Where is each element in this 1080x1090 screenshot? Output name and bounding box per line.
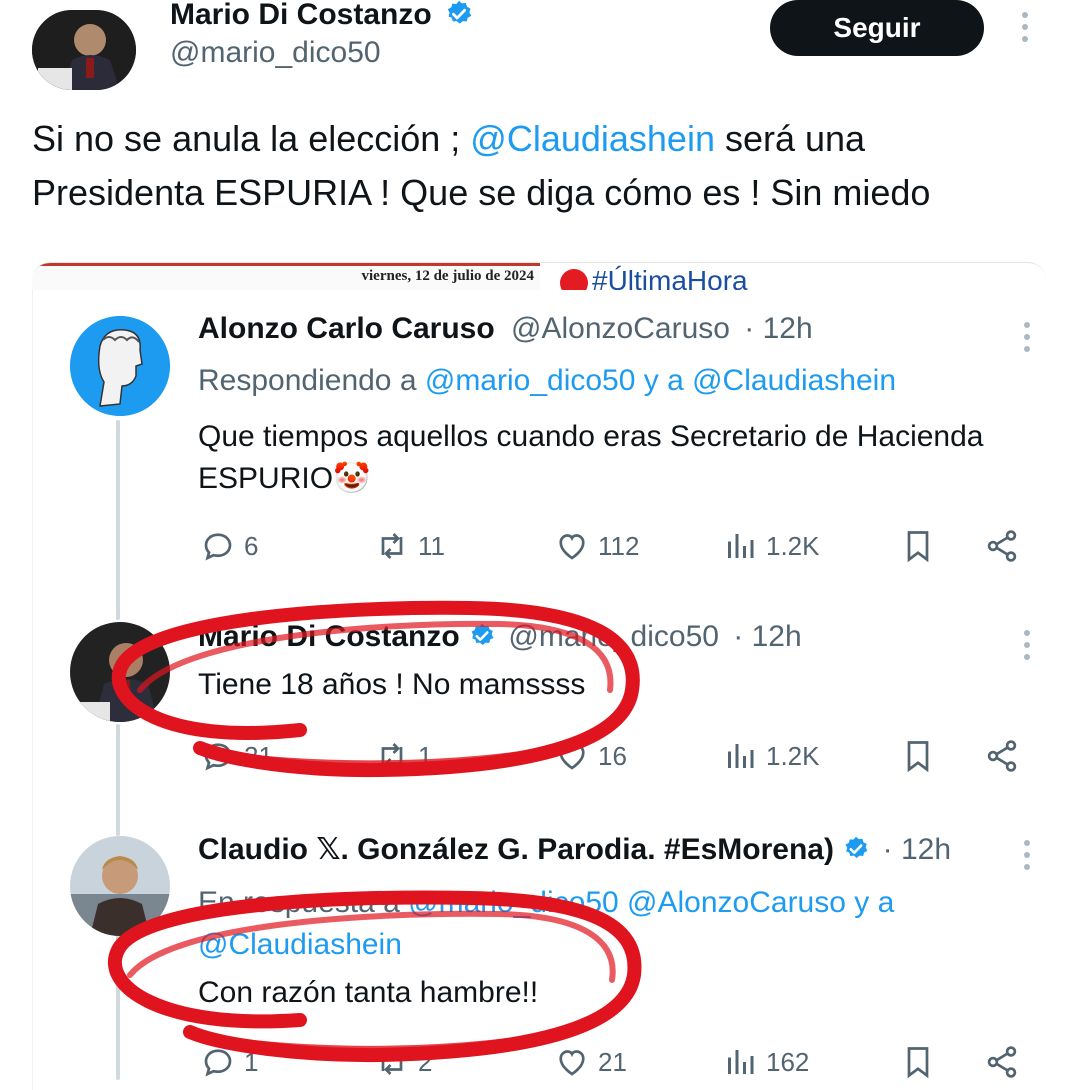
reply-header: Mario Di Costanzo @mario_dico50 · 12h	[198, 620, 802, 654]
media-left-panel: viernes, 12 de julio de 2024	[32, 263, 540, 293]
repost-count: 1	[418, 740, 433, 771]
reply-icon	[204, 533, 232, 561]
reply-context-mentions[interactable]: @mario_dico50 y a @Claudiashein	[425, 364, 896, 397]
more-icon[interactable]	[1024, 322, 1032, 358]
reply-text: Tiene 18 años ! No mamssss	[198, 668, 586, 701]
mention-link[interactable]: @Claudiashein	[470, 118, 715, 159]
reply-header: Claudio 𝕏. González G. Parodia. #EsMoren…	[198, 832, 951, 867]
bookmark-action[interactable]	[900, 1044, 936, 1080]
bookmark-action[interactable]	[900, 738, 936, 774]
reply-author-name[interactable]: Claudio 𝕏. González G. Parodia. #EsMoren…	[198, 833, 834, 866]
reply-context: Respondiendo a @mario_dico50 y a @Claudi…	[198, 364, 897, 397]
verified-icon	[471, 623, 494, 646]
tweet-text: Si no se anula la elección ; @Claudiashe…	[32, 118, 931, 213]
views-icon	[728, 534, 754, 558]
media-hashtag: #ÚltimaHora	[592, 265, 748, 293]
reply-time[interactable]: · 12h	[883, 833, 951, 866]
like-count: 21	[598, 1046, 627, 1077]
reply-avatar[interactable]	[70, 622, 170, 722]
share-action[interactable]	[984, 528, 1020, 564]
thread-line	[116, 934, 120, 1080]
bookmark-icon	[907, 741, 929, 773]
reply-text: Que tiempos aquellos cuando eras Secreta…	[198, 420, 984, 495]
reply-action[interactable]: 6	[200, 528, 258, 564]
bookmark-icon	[907, 531, 929, 563]
media-right-panel: #ÚltimaHora	[554, 263, 1046, 293]
like-icon	[559, 534, 585, 560]
views-action[interactable]: 1.2K	[722, 528, 820, 564]
reply-handle[interactable]: @mario_dico50	[508, 620, 719, 653]
like-icon	[559, 1050, 585, 1076]
reply-header: Alonzo Carlo Caruso @AlonzoCaruso · 12h	[198, 312, 813, 346]
follow-button[interactable]: Seguir	[770, 0, 984, 56]
like-count: 112	[598, 530, 640, 561]
author-handle[interactable]: @mario_dico50	[170, 36, 381, 70]
reply-text: Con razón tanta hambre!!	[198, 976, 539, 1009]
share-action[interactable]	[984, 1044, 1020, 1080]
bookmark-icon	[907, 1047, 929, 1079]
reply-action[interactable]: 1	[200, 1044, 258, 1080]
reply-avatar[interactable]	[70, 836, 170, 936]
media-embed[interactable]: viernes, 12 de julio de 2024 #ÚltimaHora	[32, 262, 1046, 293]
share-icon	[987, 530, 1017, 562]
reply-action[interactable]: 21	[200, 738, 273, 774]
author-name[interactable]: Mario Di Costanzo	[170, 0, 474, 32]
repost-action[interactable]: 1	[374, 738, 432, 774]
like-action[interactable]: 16	[554, 738, 627, 774]
views-count: 162	[766, 1046, 810, 1077]
share-action[interactable]	[984, 738, 1020, 774]
repost-count: 2	[418, 1046, 433, 1077]
reply-count: 1	[244, 1046, 259, 1077]
views-count: 1.2K	[766, 740, 820, 771]
like-count: 16	[598, 740, 627, 771]
more-icon[interactable]	[1024, 630, 1032, 666]
reply-count: 21	[244, 740, 273, 771]
reply-icon	[204, 743, 232, 771]
reply-time[interactable]: · 12h	[733, 620, 801, 653]
views-icon	[728, 1050, 754, 1074]
repost-icon	[381, 743, 403, 769]
share-icon	[987, 1046, 1017, 1078]
views-action[interactable]: 1.2K	[722, 738, 820, 774]
thread-line	[116, 420, 120, 620]
reply-context: En respuesta a @mario_dico50 @AlonzoCaru…	[198, 886, 895, 961]
more-icon[interactable]	[1024, 840, 1032, 876]
reply-author-name[interactable]: Alonzo Carlo Caruso	[198, 312, 495, 345]
reply-avatar[interactable]	[70, 316, 170, 416]
clown-emoji: 🤡	[333, 462, 371, 495]
reply-context-mentions[interactable]: @Claudiashein	[198, 928, 402, 961]
views-action[interactable]: 162	[722, 1044, 809, 1080]
reply-icon	[204, 1049, 232, 1077]
views-count: 1.2K	[766, 530, 820, 561]
share-icon	[987, 740, 1017, 772]
like-action[interactable]: 21	[554, 1044, 627, 1080]
views-icon	[728, 744, 754, 768]
like-action[interactable]: 112	[554, 528, 639, 564]
verified-icon	[845, 836, 868, 859]
author-avatar[interactable]	[32, 10, 136, 90]
like-icon	[559, 744, 585, 770]
bookmark-action[interactable]	[900, 528, 936, 564]
repost-icon	[381, 1049, 403, 1075]
repost-action[interactable]: 2	[374, 1044, 432, 1080]
reply-context-mentions[interactable]: @mario_dico50 @AlonzoCaruso y a	[408, 886, 894, 919]
repost-icon	[381, 533, 403, 559]
more-icon[interactable]	[1022, 12, 1030, 48]
media-date: viernes, 12 de julio de 2024	[361, 268, 535, 284]
reply-author-name[interactable]: Mario Di Costanzo	[198, 620, 460, 653]
thread-line	[116, 724, 120, 836]
repost-action[interactable]: 11	[374, 528, 445, 564]
repost-count: 11	[418, 530, 445, 561]
reply-handle[interactable]: @AlonzoCaruso	[511, 312, 730, 345]
reply-count: 6	[244, 530, 259, 561]
reply-time[interactable]: · 12h	[744, 312, 812, 345]
verified-icon	[447, 0, 472, 24]
